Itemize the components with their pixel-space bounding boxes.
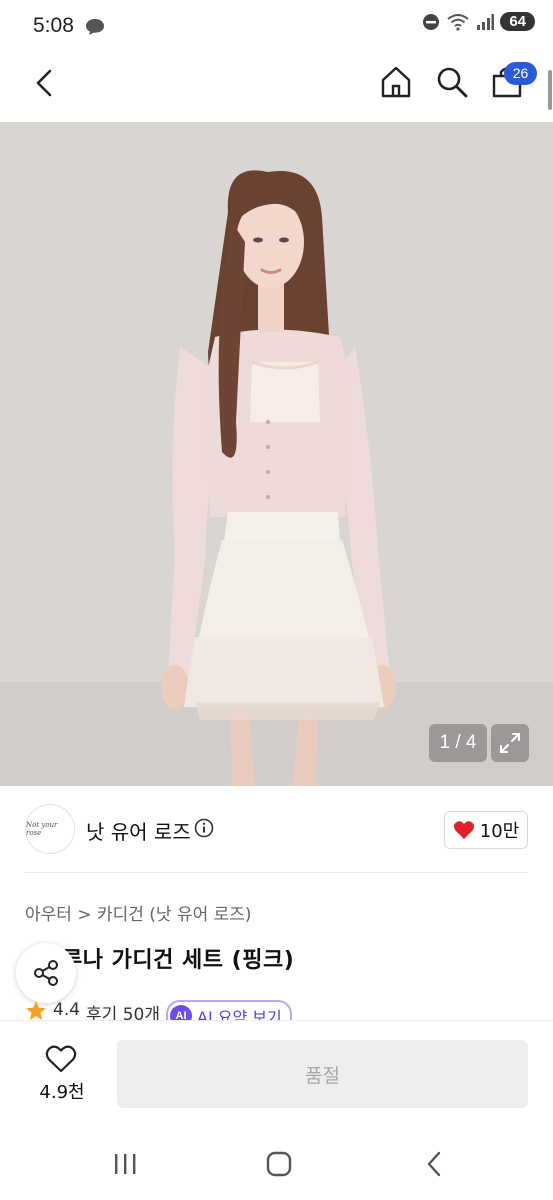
- dnd-icon: [423, 13, 440, 30]
- share-button[interactable]: [16, 943, 76, 1003]
- signal-icon: [477, 13, 495, 30]
- info-icon[interactable]: [194, 818, 214, 838]
- status-icons: 64: [422, 12, 535, 31]
- sold-out-button[interactable]: 품절: [117, 1040, 528, 1108]
- brand-logo-text: Not your rose: [26, 821, 58, 837]
- divider: [25, 872, 528, 873]
- ai-badge-icon: AI: [170, 1005, 193, 1020]
- chat-bubble-icon: [86, 19, 104, 35]
- category-breadcrumb[interactable]: 아우터 > 카디건 (낫 유어 로즈): [25, 900, 252, 925]
- top-nav-bar: [0, 52, 553, 120]
- heart-filled-icon: [453, 821, 474, 839]
- product-title: 루나 가디건 세트 (핑크): [62, 948, 295, 973]
- status-time: 5:08: [33, 14, 74, 37]
- image-counter: 1 / 4: [429, 724, 487, 762]
- search-icon[interactable]: [434, 64, 470, 100]
- fullscreen-button[interactable]: [491, 724, 529, 762]
- system-back-icon[interactable]: [424, 1150, 444, 1178]
- back-arrow-icon[interactable]: [32, 68, 56, 98]
- expand-icon: [500, 733, 520, 753]
- star-icon: [26, 1001, 46, 1020]
- battery-indicator: 64: [500, 12, 535, 31]
- rating-row: 4.4 후기 50개 AI AI 요약 보기: [25, 1000, 292, 1020]
- heart-outline-icon[interactable]: [45, 1044, 77, 1074]
- share-icon: [34, 960, 58, 986]
- rating-value: 4.4: [53, 1000, 81, 1020]
- review-count[interactable]: 후기 50개: [86, 1000, 160, 1020]
- home-icon[interactable]: [378, 64, 414, 100]
- ai-summary-button[interactable]: AI AI 요약 보기: [166, 1000, 292, 1020]
- brand-name[interactable]: 낫 유어 로즈: [86, 816, 191, 845]
- status-bar: 5:08 64: [0, 0, 553, 52]
- brand-like-button[interactable]: 10만: [444, 811, 528, 849]
- cart-count-badge: 26: [504, 62, 537, 85]
- ai-summary-label: AI 요약 보기: [197, 1008, 282, 1020]
- wifi-icon: [447, 13, 469, 31]
- brand-logo[interactable]: Not your rose: [25, 804, 75, 854]
- wishlist-count: 4.9천: [39, 1082, 85, 1103]
- scrollbar: [548, 70, 552, 110]
- system-nav-bar: [0, 1130, 553, 1200]
- brand-like-count: 10만: [479, 821, 520, 842]
- home-button-icon[interactable]: [265, 1150, 293, 1178]
- model-photo: [0, 122, 553, 786]
- recent-apps-icon[interactable]: [112, 1152, 138, 1176]
- product-image[interactable]: [0, 122, 553, 786]
- sold-out-label: 품절: [305, 1064, 340, 1087]
